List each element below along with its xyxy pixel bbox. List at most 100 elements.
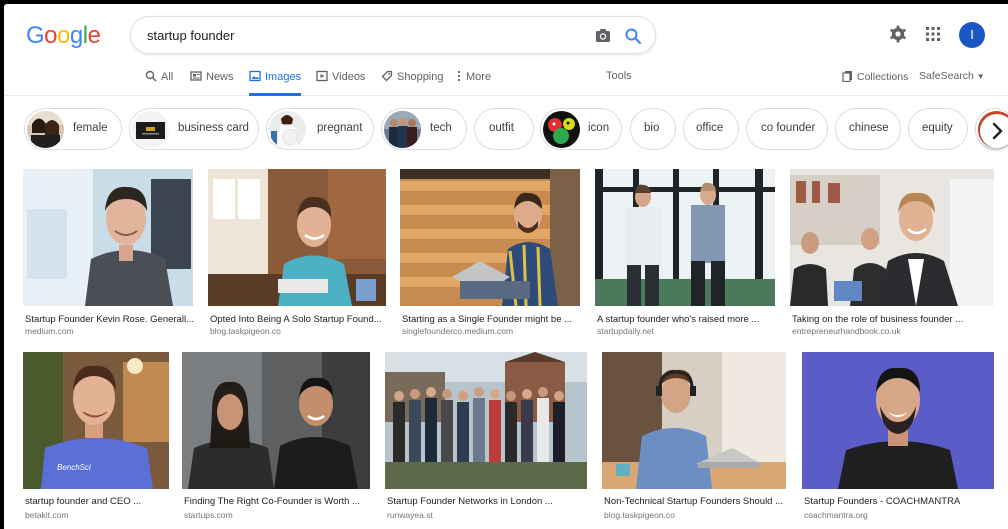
chip-label: co founder	[761, 122, 816, 134]
chip-label: female	[73, 122, 108, 134]
chip-label: outfit	[489, 122, 514, 134]
camera-icon[interactable]	[595, 28, 611, 43]
result-caption[interactable]: A startup founder who's raised more ...	[597, 314, 759, 325]
chip-thumbnail	[27, 111, 64, 148]
chip-thumbnail	[132, 111, 169, 148]
result-thumbnail[interactable]	[385, 352, 587, 489]
tab-more[interactable]: More	[456, 70, 491, 96]
image-icon	[249, 70, 261, 82]
result-caption[interactable]: Non-Technical Startup Founders Should ..…	[604, 496, 783, 507]
result-thumbnail[interactable]	[182, 352, 370, 489]
safesearch-dropdown[interactable]: SafeSearch ▼	[919, 70, 985, 82]
search-box[interactable]: startup founder	[130, 16, 656, 54]
result-caption[interactable]: Starting as a Single Founder might be ..…	[402, 314, 572, 325]
result-source[interactable]: runwayea.st	[387, 510, 433, 520]
gear-icon[interactable]	[888, 24, 908, 44]
result-card[interactable]: Startup Founders - COACHMANTRA coachmant…	[802, 352, 994, 529]
search-icon[interactable]	[624, 27, 642, 45]
result-card[interactable]: A startup founder who's raised more ... …	[595, 169, 775, 336]
collections-button[interactable]: Collections	[842, 70, 908, 83]
chip-label: equity	[922, 122, 953, 134]
page: Google startup founder I All News Images…	[4, 4, 1008, 529]
result-card[interactable]: Startup Founder Networks in London ... r…	[385, 352, 587, 529]
result-thumbnail[interactable]: BenchSci	[23, 352, 169, 489]
logo-letter: e	[87, 22, 101, 49]
result-card[interactable]: Taking on the role of business founder .…	[790, 169, 994, 336]
search-input[interactable]: startup founder	[147, 28, 234, 43]
chip-pregnant[interactable]: pregnant	[266, 108, 374, 150]
chip-label: bio	[644, 122, 660, 134]
tools-button[interactable]: Tools	[606, 70, 632, 96]
chip-label: icon	[588, 122, 610, 134]
result-source[interactable]: blog.taskpigeon.co	[604, 510, 675, 520]
result-card[interactable]: BenchSci startup founder and CEO ... bet…	[23, 352, 169, 529]
result-card[interactable]: Starting as a Single Founder might be ..…	[400, 169, 580, 336]
tab-label: News	[206, 71, 234, 83]
search-icon	[145, 70, 157, 82]
chip-tech[interactable]: tech	[381, 108, 467, 150]
result-caption[interactable]: Opted Into Being A Solo Startup Found...	[210, 314, 382, 325]
result-card[interactable]: Non-Technical Startup Founders Should ..…	[602, 352, 786, 529]
more-dots-icon	[457, 70, 461, 82]
result-thumbnail[interactable]	[208, 169, 386, 306]
collections-icon	[842, 71, 852, 83]
result-source[interactable]: singlefounderco.medium.com	[402, 326, 513, 336]
chip-business-card[interactable]: business card	[129, 108, 259, 150]
chip-label: office	[696, 122, 724, 134]
result-card[interactable]: Opted Into Being A Solo Startup Found...…	[208, 169, 386, 336]
chip-office[interactable]: office	[683, 108, 739, 150]
chip-bio[interactable]: bio	[630, 108, 676, 150]
result-source[interactable]: startupdaily.net	[597, 326, 654, 336]
apps-grid-icon[interactable]	[925, 26, 941, 42]
result-caption[interactable]: Finding The Right Co-Founder is Worth ..…	[184, 496, 360, 507]
result-source[interactable]: blog.taskpigeon.co	[210, 326, 281, 336]
result-thumbnail[interactable]	[802, 352, 994, 489]
chip-equity[interactable]: equity	[908, 108, 968, 150]
result-caption[interactable]: startup founder and CEO ...	[25, 496, 141, 507]
chip-outfit[interactable]: outfit	[474, 108, 534, 150]
chip-label: business card	[178, 122, 249, 134]
result-card[interactable]: Startup Founder Kevin Rose. Generall... …	[23, 169, 194, 336]
tab-label: Shopping	[397, 71, 444, 83]
google-logo[interactable]: Google	[26, 22, 101, 50]
video-icon	[316, 70, 328, 82]
logo-letter: o	[57, 22, 70, 49]
chip-thumbnail	[269, 111, 306, 148]
chips-next-button[interactable]	[980, 114, 1008, 148]
tab-news[interactable]: News	[190, 70, 234, 96]
chip-thumbnail	[384, 111, 421, 148]
related-search-chips: female business card pregnant tech outfi…	[4, 104, 1008, 154]
result-source[interactable]: betakit.com	[25, 510, 68, 520]
result-caption[interactable]: Taking on the role of business founder .…	[792, 314, 963, 325]
result-thumbnail[interactable]	[790, 169, 994, 306]
tab-videos[interactable]: Videos	[316, 70, 365, 96]
result-thumbnail[interactable]	[400, 169, 580, 306]
safesearch-label: SafeSearch	[919, 70, 974, 82]
result-thumbnail[interactable]	[595, 169, 775, 306]
tab-shopping[interactable]: Shopping	[381, 70, 444, 96]
result-thumbnail[interactable]	[602, 352, 786, 489]
result-source[interactable]: coachmantra.org	[804, 510, 868, 520]
chip-chinese[interactable]: chinese	[835, 108, 901, 150]
tab-label: All	[161, 71, 174, 83]
tab-images[interactable]: Images	[249, 70, 302, 96]
search-tabs: All News Images Videos Shopping More Too…	[4, 66, 1008, 96]
account-avatar[interactable]: I	[959, 22, 985, 48]
chip-co-founder[interactable]: co founder	[746, 108, 828, 150]
chip-label: tech	[430, 122, 452, 134]
chip-label: chinese	[849, 122, 889, 134]
result-card[interactable]: Finding The Right Co-Founder is Worth ..…	[182, 352, 370, 529]
caret-down-icon: ▼	[976, 72, 985, 81]
tag-icon	[381, 70, 393, 82]
result-thumbnail[interactable]	[23, 169, 193, 306]
chevron-right-icon	[992, 122, 1003, 140]
chip-icon[interactable]: icon	[540, 108, 622, 150]
result-source[interactable]: medium.com	[25, 326, 74, 336]
result-source[interactable]: startups.com	[184, 510, 233, 520]
result-caption[interactable]: Startup Founder Kevin Rose. Generall...	[25, 314, 194, 325]
result-source[interactable]: entrepreneurhandbook.co.uk	[792, 326, 901, 336]
result-caption[interactable]: Startup Founders - COACHMANTRA	[804, 496, 960, 507]
chip-female[interactable]: female	[24, 108, 122, 150]
tab-all[interactable]: All	[145, 70, 173, 96]
result-caption[interactable]: Startup Founder Networks in London ...	[387, 496, 553, 507]
